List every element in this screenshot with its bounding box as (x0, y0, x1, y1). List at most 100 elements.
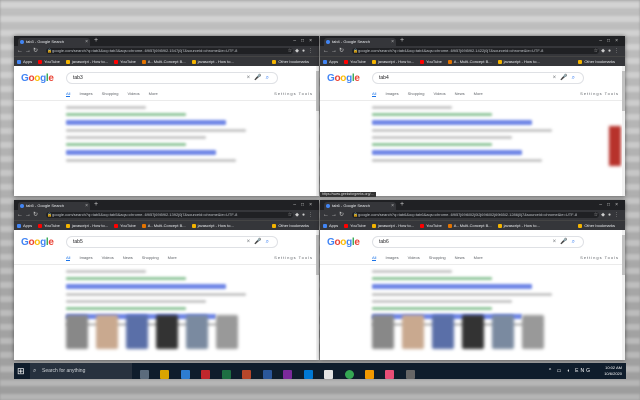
bookmark-item[interactable]: YouTube (344, 221, 366, 230)
reload-icon[interactable]: ↻ (33, 48, 40, 54)
bookmark-item[interactable]: javascript - How to... (191, 221, 234, 230)
search-input[interactable]: tab4 ×🎤⌕ (372, 72, 584, 84)
bookmark-item[interactable]: A - Multi-Concept B... (447, 221, 492, 230)
bookmark-item[interactable]: A - Multi-Concept B... (141, 221, 186, 230)
mic-icon[interactable]: 🎤 (560, 239, 571, 245)
chevron-up-icon[interactable]: ^ (549, 368, 553, 374)
google-logo[interactable]: Google (21, 237, 54, 248)
clear-icon[interactable]: × (553, 239, 561, 245)
bookmark-item[interactable]: javascript - How to... (497, 221, 540, 230)
bookmark-item[interactable]: A - Multi-Concept B... (447, 57, 492, 66)
bookmark-item[interactable]: YouTube (38, 57, 60, 66)
google-logo[interactable]: Google (327, 237, 360, 248)
window-controls[interactable]: –□× (293, 36, 317, 46)
window-controls[interactable]: –□× (293, 200, 317, 210)
search-tab[interactable]: Images (79, 91, 92, 96)
bookmark-item[interactable]: YouTube (420, 57, 442, 66)
maximize-icon[interactable]: □ (301, 38, 309, 44)
reload-icon[interactable]: ↻ (33, 212, 40, 218)
notepad-icon[interactable] (324, 370, 334, 379)
minimize-icon[interactable]: – (293, 202, 301, 208)
search-icon[interactable]: ⌕ (266, 239, 273, 245)
clear-icon[interactable]: × (247, 75, 255, 81)
google-logo[interactable]: Google (21, 73, 54, 84)
clear-icon[interactable]: × (553, 75, 561, 81)
close-tab-icon[interactable]: × (391, 38, 394, 46)
extensions-icon[interactable]: ◆ (601, 48, 608, 54)
close-tab-icon[interactable]: × (85, 202, 88, 210)
search-input[interactable]: tab6 ×🎤⌕ (372, 236, 584, 248)
search-tab[interactable]: All (372, 255, 377, 261)
bookmark-item[interactable]: Apps (323, 221, 338, 230)
bookmark-item[interactable]: javascript - How to... (191, 57, 234, 66)
bookmark-item[interactable]: YouTube (114, 221, 136, 230)
close-window-icon[interactable]: × (309, 38, 317, 44)
windows-start-icon[interactable]: ⊞ (17, 366, 25, 376)
search-tab[interactable]: Shopping (408, 91, 425, 96)
bookmark-item[interactable]: YouTube (38, 221, 60, 230)
powerpoint-icon[interactable] (242, 370, 252, 379)
settings-tools[interactable]: Settings Tools (580, 91, 619, 96)
new-tab-button[interactable]: + (400, 36, 404, 46)
bookmark-item[interactable]: Apps (17, 221, 32, 230)
forward-icon[interactable]: → (25, 212, 33, 218)
bookmark-item[interactable]: Apps (323, 57, 338, 66)
other-bookmarks[interactable]: Other bookmarks (578, 57, 615, 66)
clear-icon[interactable]: × (247, 239, 255, 245)
address-bar[interactable]: 🔒 google.com/search?q=tab6&oq=tab6&aqs=c… (352, 212, 599, 218)
volume-icon[interactable]: ◖ (567, 368, 572, 374)
task-view-icon[interactable] (140, 370, 149, 379)
scrollbar[interactable] (316, 66, 319, 196)
search-tab[interactable]: Images (79, 255, 92, 260)
bookmark-item[interactable]: YouTube (114, 57, 136, 66)
forward-icon[interactable]: → (331, 212, 339, 218)
search-input[interactable]: tab5 ×🎤⌕ (66, 236, 278, 248)
star-icon[interactable]: ☆ (594, 48, 601, 54)
language-indicator[interactable]: ENG (575, 368, 592, 374)
minimize-icon[interactable]: – (599, 38, 607, 44)
onenote-icon[interactable] (283, 370, 293, 379)
browser-tab[interactable]: tab4 - Google Search × (324, 38, 396, 46)
maximize-icon[interactable]: □ (607, 38, 615, 44)
browser-tab[interactable]: tab5 - Google Search × (18, 202, 90, 210)
file-explorer-icon[interactable] (160, 370, 170, 379)
back-icon[interactable]: ← (17, 48, 25, 54)
bookmark-item[interactable]: javascript - How to... (371, 57, 414, 66)
search-icon[interactable]: ⌕ (266, 75, 273, 81)
search-tab[interactable]: News (123, 255, 133, 260)
settings-tools[interactable]: Settings Tools (274, 91, 313, 96)
back-icon[interactable]: ← (323, 48, 331, 54)
browser-tab[interactable]: tab6 - Google Search × (324, 202, 396, 210)
edge-icon[interactable] (303, 370, 313, 379)
search-tab[interactable]: More (168, 255, 177, 260)
search-tab[interactable]: Shopping (102, 91, 119, 96)
mic-icon[interactable]: 🎤 (560, 75, 571, 81)
menu-kebab-icon[interactable]: ⋮ (614, 212, 622, 218)
search-tab[interactable]: All (66, 255, 71, 261)
search-tab[interactable]: More (474, 255, 483, 260)
close-tab-icon[interactable]: × (391, 202, 394, 210)
network-icon[interactable]: ▭ (557, 368, 564, 374)
star-icon[interactable]: ☆ (288, 212, 295, 218)
search-tab[interactable]: Videos (102, 255, 114, 260)
word-icon[interactable] (262, 370, 272, 379)
maximize-icon[interactable]: □ (301, 202, 309, 208)
close-window-icon[interactable]: × (615, 202, 623, 208)
search-tab[interactable]: Shopping (429, 255, 446, 260)
taskbar-search-box[interactable]: ⌕ Search for anything (30, 363, 132, 379)
bookmark-item[interactable]: YouTube (344, 57, 366, 66)
address-bar[interactable]: 🔒 google.com/search?q=tab4&oq=tab4&aqs=c… (352, 48, 599, 54)
search-tab[interactable]: Images (385, 91, 398, 96)
search-tab[interactable]: All (372, 91, 377, 97)
maximize-icon[interactable]: □ (607, 202, 615, 208)
forward-icon[interactable]: → (331, 48, 339, 54)
bookmark-item[interactable]: javascript - How to... (497, 57, 540, 66)
settings-app-icon[interactable] (405, 370, 415, 379)
bookmark-item[interactable]: YouTube (420, 221, 442, 230)
chrome-icon[interactable] (344, 370, 354, 379)
menu-kebab-icon[interactable]: ⋮ (308, 212, 316, 218)
excel-icon[interactable] (221, 370, 231, 379)
menu-kebab-icon[interactable]: ⋮ (614, 48, 622, 54)
search-input[interactable]: tab3 ×🎤⌕ (66, 72, 278, 84)
menu-kebab-icon[interactable]: ⋮ (308, 48, 316, 54)
